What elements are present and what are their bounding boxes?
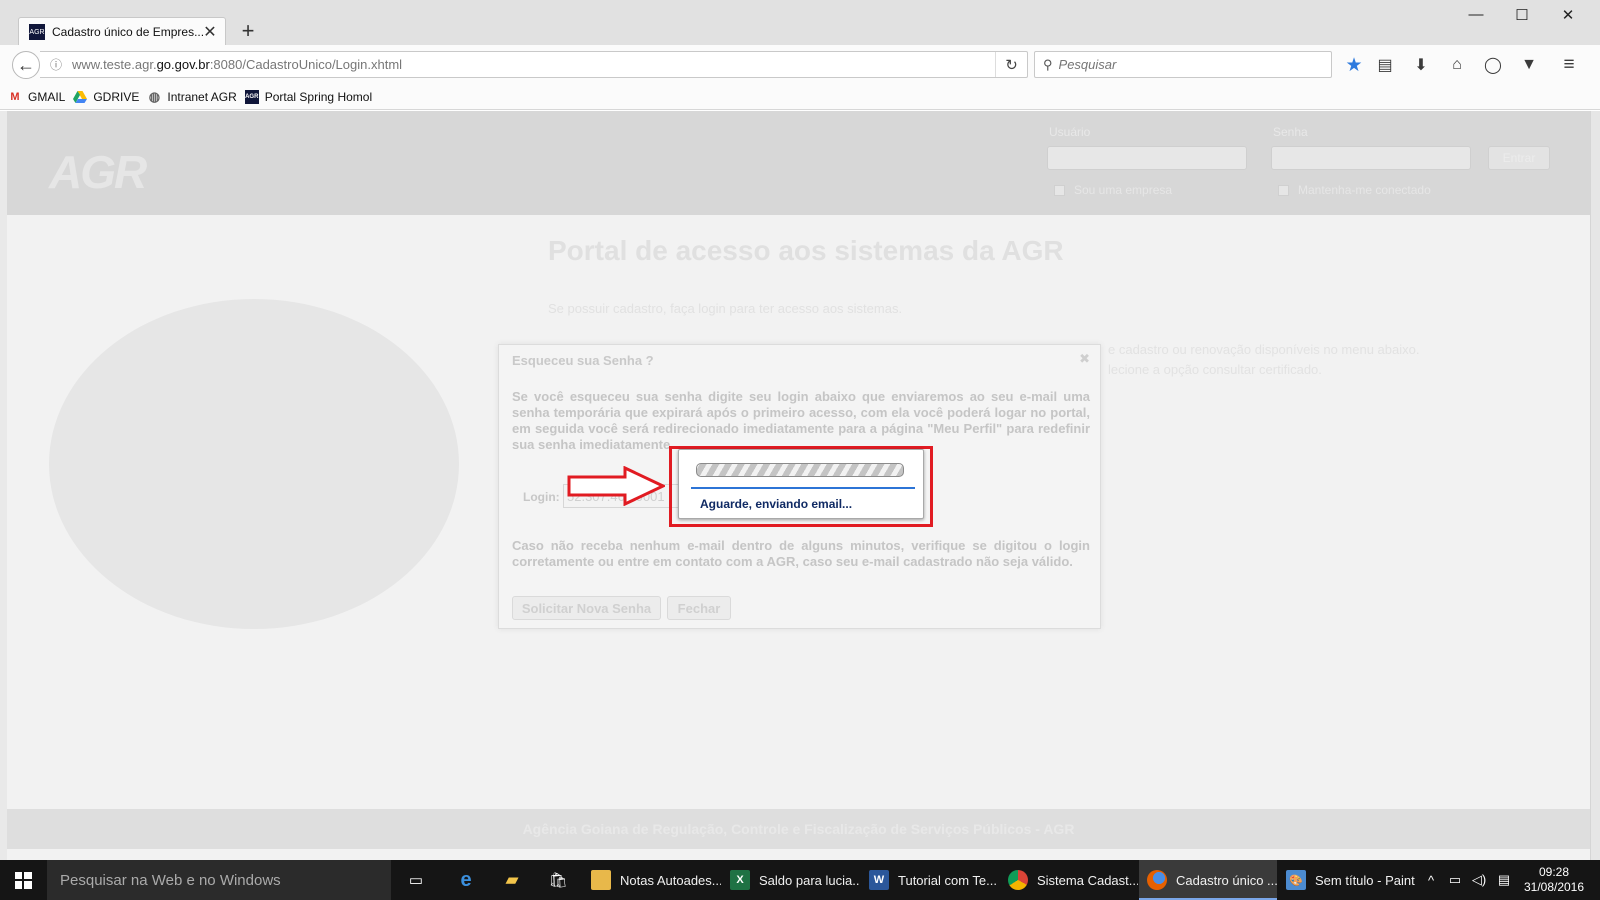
gdrive-icon bbox=[73, 90, 88, 104]
loading-message: Aguarde, enviando email... bbox=[700, 497, 853, 511]
browser-navbar: ← ⓘ www.teste.agr.go.gov.br:8080/Cadastr… bbox=[0, 45, 1600, 85]
menu-icon[interactable]: ≡ bbox=[1558, 54, 1580, 76]
tab-title: Cadastro único de Empres... bbox=[52, 25, 203, 39]
search-bar[interactable]: ⚲ bbox=[1034, 51, 1332, 78]
maximize-button[interactable]: ☐ bbox=[1499, 6, 1545, 24]
notifications-icon[interactable]: ▤ bbox=[1493, 860, 1515, 900]
search-input[interactable] bbox=[1058, 57, 1309, 72]
paint-icon: 🎨 bbox=[1286, 870, 1306, 890]
background-text: e cadastro ou renovação disponíveis no m… bbox=[1108, 342, 1420, 357]
gmail-icon: M bbox=[10, 91, 20, 103]
bookmarks-bar: M GMAIL GDRIVE ◍ Intranet AGR AGR Portal… bbox=[0, 85, 1600, 110]
site-footer: Agência Goiana de Regulação, Controle e … bbox=[7, 809, 1590, 849]
globe-icon: ◍ bbox=[148, 89, 161, 104]
bookmark-star-icon[interactable]: ★ bbox=[1343, 54, 1365, 76]
word-icon: W bbox=[869, 870, 889, 890]
agr-icon: AGR bbox=[244, 90, 259, 104]
downloads-icon[interactable]: ⬇ bbox=[1410, 54, 1432, 76]
edge-icon[interactable]: e bbox=[454, 868, 478, 892]
reload-icon[interactable]: ↻ bbox=[995, 52, 1027, 77]
volume-icon[interactable]: ◁) bbox=[1468, 860, 1490, 900]
page-title: Portal de acesso aos sistemas da AGR bbox=[548, 235, 1064, 266]
tab-close-icon[interactable]: ✕ bbox=[203, 22, 217, 42]
loading-popup: Aguarde, enviando email... bbox=[678, 449, 924, 519]
url-text[interactable]: www.teste.agr.go.gov.br:8080/CadastroUni… bbox=[72, 57, 402, 72]
new-tab-button[interactable]: + bbox=[236, 18, 260, 44]
dialog-help-text: Caso não receba nenhum e-mail dentro de … bbox=[512, 538, 1090, 569]
dialog-instructions: Se você esqueceu sua senha digite seu lo… bbox=[512, 389, 1090, 452]
progress-bar bbox=[696, 463, 904, 477]
usuario-input[interactable] bbox=[1047, 146, 1247, 170]
taskbar-item-sistema[interactable]: Sistema Cadast... bbox=[1000, 860, 1138, 900]
agr-favicon-icon: AGR bbox=[29, 24, 45, 40]
entrar-button[interactable]: Entrar bbox=[1488, 146, 1550, 170]
chrome-icon bbox=[1008, 870, 1028, 890]
taskbar-item-tutorial[interactable]: W Tutorial com Te... bbox=[861, 860, 999, 900]
solicitar-nova-senha-button[interactable]: Solicitar Nova Senha bbox=[512, 596, 661, 620]
file-explorer-icon[interactable]: ▰ bbox=[500, 868, 524, 892]
browser-titlebar: AGR Cadastro único de Empres... ✕ + — ☐ … bbox=[0, 0, 1600, 46]
page-subtitle: Se possuir cadastro, faça login para ter… bbox=[548, 301, 903, 316]
bookmarks-menu-icon[interactable]: ▤ bbox=[1374, 54, 1396, 76]
url-bar[interactable]: ⓘ www.teste.agr.go.gov.br:8080/CadastroU… bbox=[40, 51, 1028, 78]
senha-label: Senha bbox=[1273, 125, 1308, 139]
minimize-button[interactable]: — bbox=[1453, 6, 1499, 23]
back-button[interactable]: ← bbox=[12, 51, 40, 79]
store-icon[interactable]: 🛍 bbox=[546, 868, 570, 892]
taskbar-item-notas[interactable]: Notas Autoades... bbox=[583, 860, 721, 900]
network-icon[interactable]: ▭ bbox=[1444, 860, 1466, 900]
firefox-icon bbox=[1147, 870, 1167, 890]
taskbar-search-box[interactable]: Pesquisar na Web e no Windows bbox=[47, 860, 391, 900]
start-button[interactable] bbox=[0, 860, 46, 900]
background-illustration bbox=[49, 299, 459, 629]
page-viewport: AGR Usuário Senha Entrar Sou uma empresa… bbox=[0, 111, 1600, 860]
excel-icon: X bbox=[730, 870, 750, 890]
task-view-icon[interactable]: ▭ bbox=[404, 868, 428, 892]
folder-notes-icon bbox=[591, 870, 611, 890]
clock-date: 31/08/2016 bbox=[1523, 880, 1585, 894]
taskbar-item-paint[interactable]: 🎨 Sem título - Paint bbox=[1278, 860, 1416, 900]
background-text: lecione a opção consultar certificado. bbox=[1108, 362, 1322, 377]
info-icon[interactable]: ⓘ bbox=[50, 56, 62, 73]
bookmark-portal-spring[interactable]: AGR Portal Spring Homol bbox=[244, 90, 372, 104]
page-scrollbar[interactable] bbox=[1590, 111, 1600, 860]
browser-tab-active[interactable]: AGR Cadastro único de Empres... ✕ bbox=[18, 17, 226, 46]
dialog-title: Esqueceu sua Senha ? bbox=[512, 352, 654, 368]
sou-empresa-checkbox[interactable]: Sou uma empresa bbox=[1054, 183, 1172, 197]
windows-icon bbox=[14, 871, 32, 889]
chat-icon[interactable]: ◯ bbox=[1482, 54, 1504, 76]
taskbar-item-cadastro[interactable]: Cadastro único ... bbox=[1139, 860, 1277, 900]
usuario-label: Usuário bbox=[1049, 125, 1091, 139]
agr-logo: AGR bbox=[49, 146, 147, 198]
site-header: AGR Usuário Senha Entrar Sou uma empresa… bbox=[7, 111, 1590, 215]
bookmark-intranet[interactable]: ◍ Intranet AGR bbox=[147, 89, 237, 104]
loading-separator bbox=[691, 487, 915, 489]
annotation-arrow-icon bbox=[567, 466, 665, 506]
windows-taskbar: Pesquisar na Web e no Windows ▭ e ▰ 🛍 No… bbox=[0, 860, 1600, 900]
login-label: Login: bbox=[523, 490, 560, 504]
bookmark-gdrive[interactable]: GDRIVE bbox=[73, 90, 139, 104]
senha-input[interactable] bbox=[1271, 146, 1471, 170]
dialog-close-icon[interactable]: ✖ bbox=[1079, 351, 1090, 367]
tray-chevron-icon[interactable]: ^ bbox=[1421, 860, 1441, 900]
arrow-left-icon: ← bbox=[17, 54, 35, 75]
search-icon: ⚲ bbox=[1043, 56, 1053, 72]
close-window-button[interactable]: ✕ bbox=[1545, 6, 1591, 24]
taskbar-clock[interactable]: 09:28 31/08/2016 bbox=[1519, 865, 1589, 895]
clock-time: 09:28 bbox=[1538, 865, 1570, 879]
bookmark-gmail[interactable]: M GMAIL bbox=[8, 90, 65, 104]
home-icon[interactable]: ⌂ bbox=[1446, 54, 1468, 76]
manter-conectado-checkbox[interactable]: Mantenha-me conectado bbox=[1278, 183, 1431, 197]
taskbar-item-saldo[interactable]: X Saldo para lucia... bbox=[722, 860, 860, 900]
pocket-icon[interactable]: ▼ bbox=[1518, 54, 1540, 76]
fechar-button[interactable]: Fechar bbox=[667, 596, 731, 620]
